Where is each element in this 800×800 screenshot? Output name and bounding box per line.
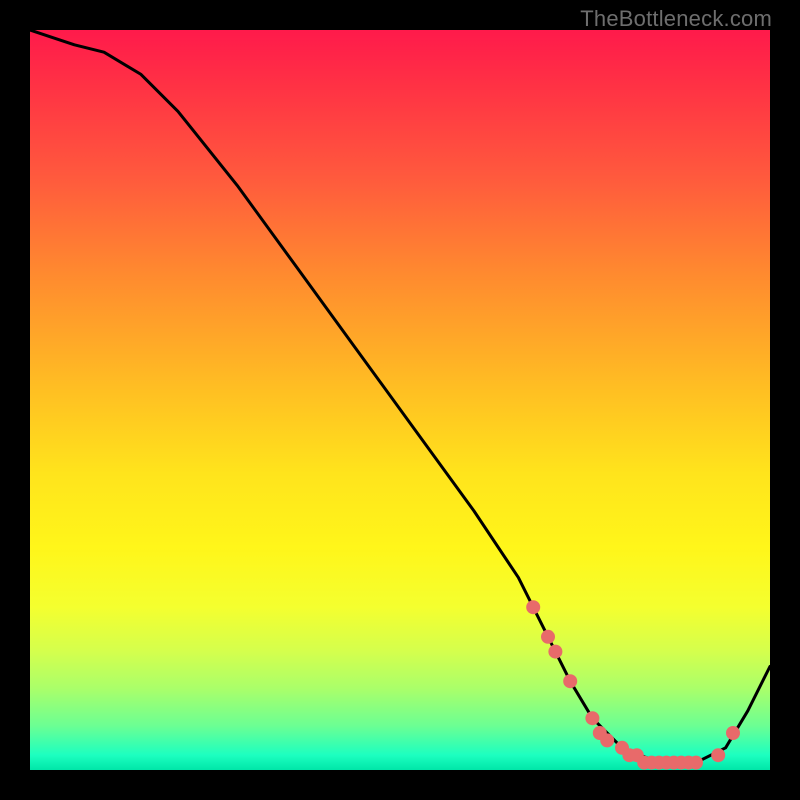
curve-svg <box>30 30 770 770</box>
marker-point <box>600 733 614 747</box>
marker-point <box>689 756 703 770</box>
plot-area <box>30 30 770 770</box>
marker-point <box>726 726 740 740</box>
watermark-text: TheBottleneck.com <box>580 6 772 32</box>
marker-point <box>585 711 599 725</box>
marker-point <box>526 600 540 614</box>
marker-point <box>541 630 555 644</box>
marker-point <box>548 645 562 659</box>
marker-point <box>563 674 577 688</box>
bottleneck-curve <box>30 30 770 763</box>
marker-point <box>711 748 725 762</box>
chart-frame: TheBottleneck.com <box>0 0 800 800</box>
optimal-range-markers <box>526 600 740 769</box>
